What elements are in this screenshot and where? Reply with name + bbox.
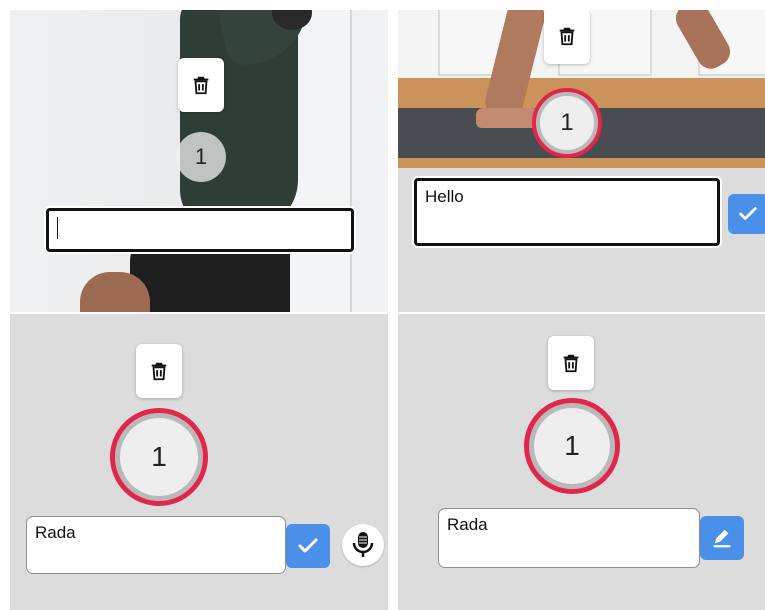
- delete-button[interactable]: [548, 336, 594, 390]
- microphone-icon: [352, 532, 374, 557]
- annotation-text-input[interactable]: Hello: [414, 178, 720, 246]
- text-input-value: Hello: [425, 187, 464, 206]
- pencil-icon: [713, 529, 731, 548]
- text-caret: [57, 217, 58, 239]
- delete-button[interactable]: [136, 344, 182, 398]
- annotation-text-input[interactable]: Rada: [26, 516, 286, 574]
- annotation-text-display[interactable]: Rada: [438, 508, 700, 568]
- annotation-marker[interactable]: 1: [176, 132, 226, 182]
- panel-annotation-hello: 1 Hello: [398, 10, 765, 312]
- marker-number: 1: [560, 109, 574, 136]
- annotation-marker[interactable]: 1: [110, 408, 208, 506]
- annotation-marker[interactable]: 1: [532, 88, 602, 158]
- edit-button[interactable]: [700, 516, 744, 560]
- confirm-button[interactable]: [728, 194, 765, 234]
- check-icon: [298, 538, 318, 553]
- panel-annotation-saved: 1 Rada: [398, 314, 765, 610]
- trash-icon: [151, 362, 167, 381]
- annotation-text-input[interactable]: [46, 208, 354, 252]
- trash-icon: [563, 354, 579, 373]
- panel-annotation-confirm: 1 Rada: [10, 314, 388, 610]
- panel-annotation-empty: 1: [10, 10, 388, 312]
- marker-number: 1: [194, 144, 208, 169]
- trash-icon: [193, 76, 209, 95]
- marker-number: 1: [151, 441, 167, 472]
- check-icon: [739, 207, 757, 220]
- text-input-value: Rada: [447, 515, 488, 534]
- delete-button[interactable]: [544, 10, 590, 64]
- text-input-value: Rada: [35, 523, 76, 542]
- voice-input-button[interactable]: [342, 524, 384, 566]
- confirm-button[interactable]: [286, 524, 330, 568]
- annotation-marker[interactable]: 1: [524, 398, 620, 494]
- marker-number: 1: [564, 430, 580, 461]
- delete-button[interactable]: [178, 58, 224, 112]
- trash-icon: [559, 27, 575, 46]
